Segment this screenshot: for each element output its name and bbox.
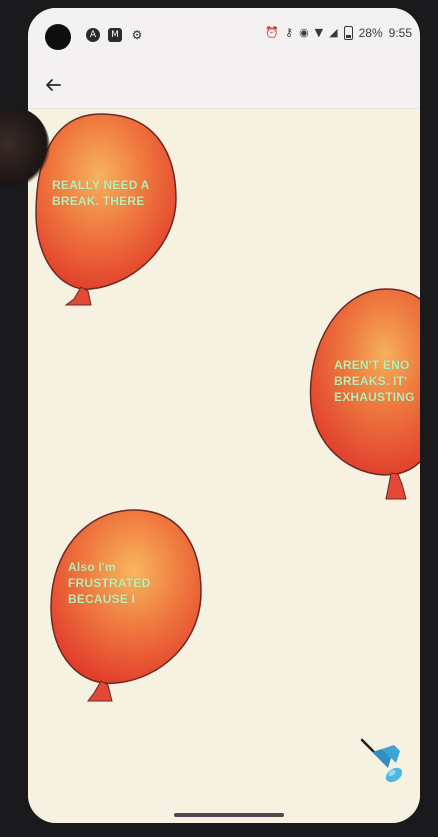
battery-percent: 28%: [358, 26, 383, 40]
signal-icon: ◢: [329, 26, 338, 39]
back-arrow-icon: [46, 79, 61, 91]
system-icons: ⏰ ⚷ ◉ ▼ ◢ 28% 9:55: [265, 26, 412, 40]
balloon-2[interactable]: AREN'T ENO BREAKS. IT' EXHAUSTING: [306, 284, 420, 509]
balloon-1-shape: [35, 113, 177, 306]
balloon-1[interactable]: REALLY NEED A BREAK. THERE: [28, 109, 186, 309]
gesture-nav-handle[interactable]: [174, 813, 284, 817]
balloon-3-shape: [50, 509, 202, 702]
eye-icon: ◉: [299, 26, 309, 39]
a-icon: A: [86, 28, 100, 42]
battery-icon: [343, 26, 353, 40]
screen: A M ⚙ ⏰ ⚷ ◉ ▼ ◢ 28% 9:55 REALLY NEED A B…: [28, 8, 420, 823]
pushpin-icon: [360, 738, 403, 783]
device-frame: A M ⚙ ⏰ ⚷ ◉ ▼ ◢ 28% 9:55 REALLY NEED A B…: [0, 0, 438, 837]
m-icon: M: [108, 28, 122, 42]
key-icon: ⚷: [285, 26, 294, 39]
alarm-icon: ⏰: [265, 26, 279, 39]
balloon-2-text: AREN'T ENO BREAKS. IT' EXHAUSTING: [334, 358, 415, 404]
balloon-3[interactable]: Also I'm FRUSTRATED BECAUSE I: [46, 507, 206, 707]
camera-cutout: [45, 24, 71, 50]
app-bar: [28, 62, 420, 109]
balloon-3-text: Also I'm FRUSTRATED BECAUSE I: [68, 560, 151, 606]
pushpin-button[interactable]: [356, 735, 406, 785]
clock: 9:55: [388, 26, 412, 40]
balloon-canvas: REALLY NEED A BREAK. THERE AREN'T ENO BR…: [28, 109, 420, 823]
balloon-1-text: REALLY NEED A BREAK. THERE: [52, 178, 150, 208]
back-button[interactable]: [36, 68, 70, 102]
status-bar: A M ⚙ ⏰ ⚷ ◉ ▼ ◢ 28% 9:55: [28, 8, 420, 62]
wifi-icon: ▼: [314, 26, 324, 39]
settings-icon: ⚙: [131, 28, 143, 42]
notification-icons: A M ⚙: [86, 28, 144, 42]
